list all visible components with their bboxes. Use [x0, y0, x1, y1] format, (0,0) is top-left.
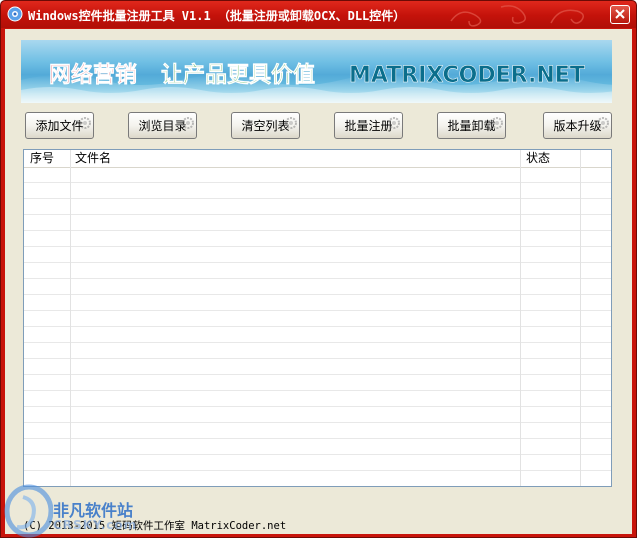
add-file-label: 添加文件 [35, 119, 84, 133]
gear-icon [182, 117, 194, 129]
copyright-text: (C) 2013-2015 矩码软件工作室 MatrixCoder.net [23, 520, 287, 532]
gear-icon [79, 117, 91, 129]
app-gear-icon [7, 6, 23, 22]
file-list[interactable]: 序号 文件名 状态 [23, 149, 612, 487]
batch-register-button[interactable]: 批量注册 [334, 112, 403, 139]
gear-icon [388, 117, 400, 129]
client-area: 网络营销 让产品更具价值 MATRIXCODER.NET 添加文件 浏览目录 清… [5, 29, 632, 534]
browse-directory-button[interactable]: 浏览目录 [128, 112, 197, 139]
batch-unregister-label: 批量卸载 [447, 119, 496, 133]
column-header-index[interactable]: 序号 [30, 151, 54, 166]
version-upgrade-label: 版本升级 [553, 119, 602, 133]
banner-site-name: MATRIXCODER.NET [349, 63, 585, 88]
column-header-filename[interactable]: 文件名 [75, 151, 111, 166]
title-bar[interactable]: Windows控件批量注册工具 V1.1 （批量注册或卸载OCX、DLL控件） [1, 1, 636, 28]
clear-list-button[interactable]: 清空列表 [231, 112, 300, 139]
batch-register-label: 批量注册 [344, 119, 393, 133]
column-header-status[interactable]: 状态 [526, 151, 550, 166]
banner: 网络营销 让产品更具价值 MATRIXCODER.NET [21, 40, 612, 103]
column-divider [70, 150, 71, 486]
gear-icon [491, 117, 503, 129]
browse-directory-label: 浏览目录 [138, 119, 187, 133]
batch-unregister-button[interactable]: 批量卸载 [437, 112, 506, 139]
gear-icon [285, 117, 297, 129]
status-bar: (C) 2013-2015 矩码软件工作室 MatrixCoder.net [5, 516, 632, 534]
column-divider [520, 150, 521, 486]
banner-slogan-1: 网络营销 [49, 62, 137, 88]
column-divider [580, 150, 581, 486]
window-title: Windows控件批量注册工具 V1.1 （批量注册或卸载OCX、DLL控件） [28, 9, 406, 23]
version-upgrade-button[interactable]: 版本升级 [543, 112, 612, 139]
close-icon [615, 9, 625, 19]
title-swirl-decoration [450, 5, 584, 27]
app-window: Windows控件批量注册工具 V1.1 （批量注册或卸载OCX、DLL控件） [0, 0, 637, 538]
banner-graphic: 网络营销 让产品更具价值 MATRIXCODER.NET [21, 62, 612, 103]
list-rows [24, 167, 611, 486]
close-button[interactable] [610, 5, 630, 24]
list-header: 序号 文件名 状态 [24, 150, 611, 168]
add-file-button[interactable]: 添加文件 [25, 112, 94, 139]
banner-slogan-2: 让产品更具价值 [161, 62, 315, 88]
gear-icon [597, 117, 609, 129]
clear-list-label: 清空列表 [241, 119, 290, 133]
